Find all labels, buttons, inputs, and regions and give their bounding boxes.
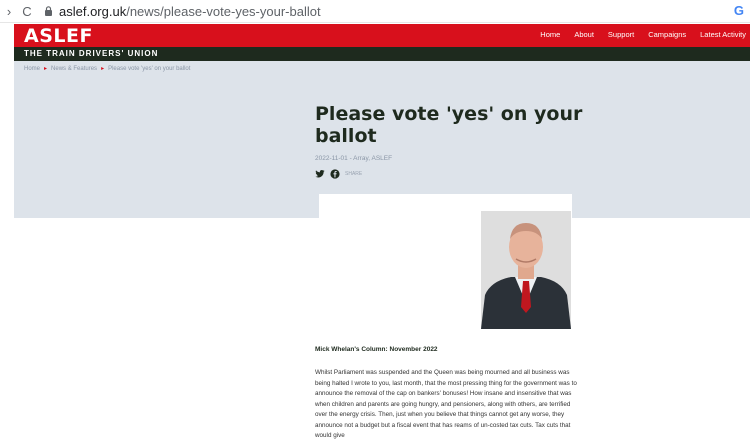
breadcrumb-home[interactable]: Home	[24, 66, 40, 72]
nav-support[interactable]: Support	[608, 30, 634, 39]
nav-about[interactable]: About	[574, 30, 594, 39]
browser-toolbar: › C aslef.org.uk/news/please-vote-yes-yo…	[0, 0, 750, 23]
main-nav: Home About Support Campaigns Latest Acti…	[526, 30, 746, 39]
author-portrait	[481, 211, 571, 329]
breadcrumb-separator-icon: ▸	[44, 66, 48, 72]
address-bar[interactable]: aslef.org.uk/news/please-vote-yes-your-b…	[59, 4, 321, 19]
url-path: /news/please-vote-yes-your-ballot	[126, 3, 321, 19]
facebook-icon[interactable]	[330, 169, 340, 179]
nav-campaigns[interactable]: Campaigns	[648, 30, 686, 39]
site-header: ASLEF Home About Support Campaigns Lates…	[14, 24, 750, 47]
tagline-bar: THE TRAIN DRIVERS' UNION	[14, 47, 750, 61]
forward-icon[interactable]: ›	[0, 4, 18, 19]
lock-icon	[45, 6, 52, 16]
google-account-icon[interactable]: G	[734, 3, 744, 18]
breadcrumb-news[interactable]: News & Features	[51, 66, 97, 72]
reload-icon[interactable]: C	[18, 4, 36, 19]
share-bar: SHARE	[315, 169, 362, 179]
aslef-logo[interactable]: ASLEF	[24, 25, 93, 47]
breadcrumb: Home ▸ News & Features ▸ Please vote 'yes' o…	[24, 65, 190, 72]
article-body: Whilst Parliament was suspended and the …	[315, 369, 577, 439]
nav-latest-activity[interactable]: Latest Activity	[700, 30, 746, 39]
share-label: SHARE	[345, 171, 363, 177]
featured-image-card	[319, 194, 572, 329]
article-title: Please vote 'yes' on your ballot	[315, 103, 583, 147]
twitter-icon[interactable]	[315, 169, 325, 179]
nav-home[interactable]: Home	[540, 30, 560, 39]
breadcrumb-current: Please vote 'yes' on your ballot	[108, 66, 191, 72]
article-meta: 2022-11-01 - Array, ASLEF	[315, 155, 393, 162]
url-domain: aslef.org.uk	[59, 3, 127, 19]
column-heading: Mick Whelan's Column: November 2022	[315, 346, 438, 353]
breadcrumb-separator-icon: ▸	[101, 66, 105, 72]
tagline: THE TRAIN DRIVERS' UNION	[24, 49, 159, 58]
